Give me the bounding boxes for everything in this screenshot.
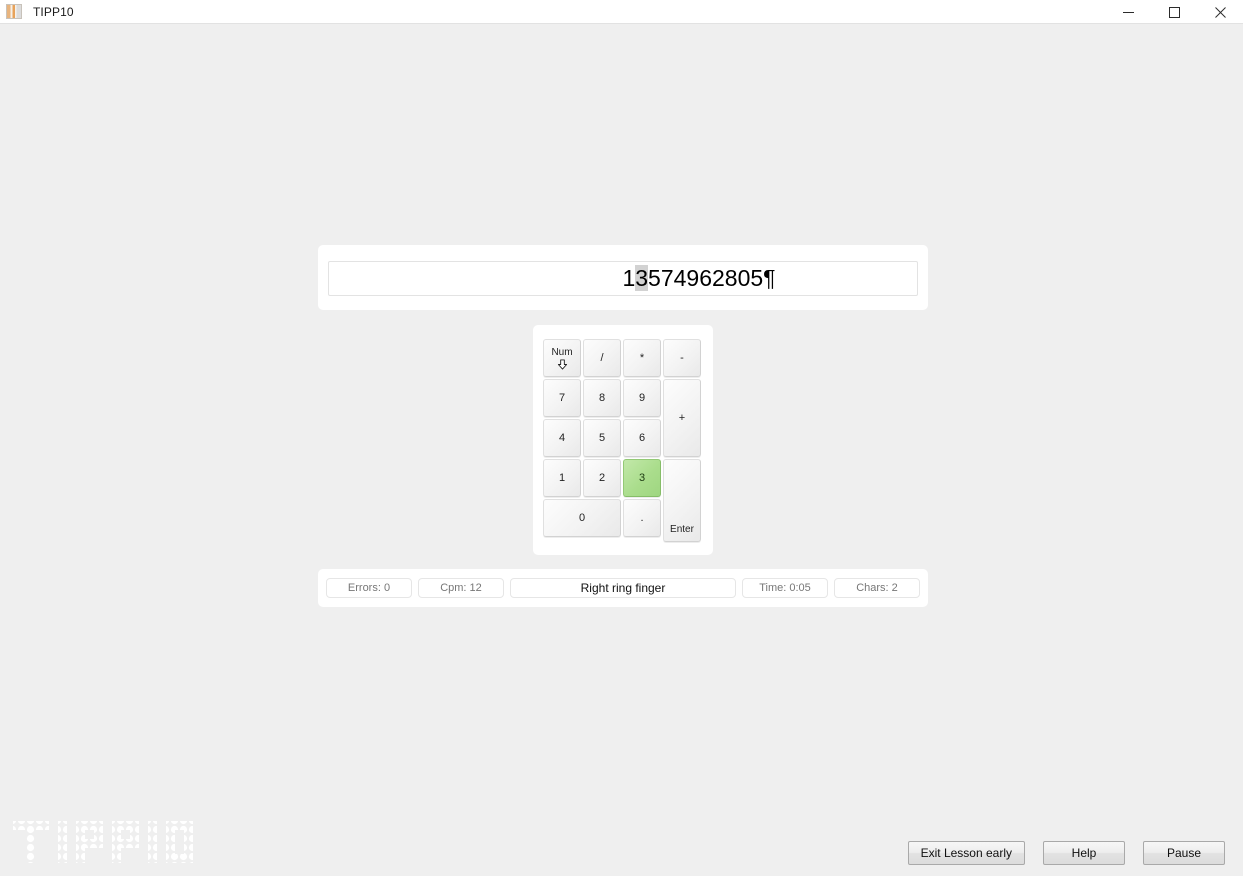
tipp10-watermark-logo [13, 821, 193, 863]
numpad-0-key-label: 0 [578, 511, 586, 524]
numpad-2-key[interactable]: 2 [583, 459, 621, 497]
numpad-9-key-label: 9 [638, 391, 646, 404]
lesson-pending-text: 574962805 [648, 265, 764, 291]
numpad-4-key[interactable]: 4 [543, 419, 581, 457]
lesson-text-input[interactable]: 13574962805¶ [328, 261, 918, 296]
lesson-stage: 13574962805¶ Num / * - 7 8 9 + 4 5 6 1 2… [0, 24, 1243, 876]
maximize-icon[interactable] [1151, 0, 1197, 24]
numpad-7-key[interactable]: 7 [543, 379, 581, 417]
lesson-text-content: 13574962805¶ [622, 265, 776, 291]
numpad-3-key[interactable]: 3 [623, 459, 661, 497]
numpad-8-key[interactable]: 8 [583, 379, 621, 417]
exit-lesson-early-button[interactable]: Exit Lesson early [907, 841, 1025, 865]
divide-key[interactable]: / [583, 339, 621, 377]
decimal-key[interactable]: . [623, 499, 661, 537]
status-errors: Errors: 0 [326, 578, 412, 598]
enter-key[interactable]: Enter [663, 459, 701, 542]
numpad-0-key[interactable]: 0 [543, 499, 621, 537]
window-controls [1105, 0, 1243, 24]
multiply-key[interactable]: * [623, 339, 661, 377]
decimal-key-label: . [640, 511, 644, 524]
numpad-8-key-label: 8 [598, 391, 606, 404]
numpad-6-key[interactable]: 6 [623, 419, 661, 457]
status-chars: Chars: 2 [834, 578, 920, 598]
numpad-2-key-label: 2 [598, 471, 606, 484]
numlock-key[interactable]: Num [543, 339, 581, 377]
bottom-button-bar: Exit Lesson early Help Pause [907, 841, 1225, 865]
app-document-icon [6, 4, 22, 19]
plus-key-label: + [678, 411, 686, 424]
numpad: Num / * - 7 8 9 + 4 5 6 1 2 3 Enter 0 . [543, 339, 703, 542]
numpad-6-key-label: 6 [638, 431, 646, 444]
numpad-1-key-label: 1 [558, 471, 566, 484]
close-icon[interactable] [1197, 0, 1243, 24]
status-finger: Right ring finger [510, 578, 736, 598]
window-titlebar: TIPP10 [0, 0, 1243, 24]
numpad-1-key[interactable]: 1 [543, 459, 581, 497]
status-cpm: Cpm: 12 [418, 578, 504, 598]
minus-key-label: - [680, 351, 684, 364]
numpad-5-key[interactable]: 5 [583, 419, 621, 457]
numpad-9-key[interactable]: 9 [623, 379, 661, 417]
divide-key-label: / [600, 351, 604, 364]
numpad-4-key-label: 4 [558, 431, 566, 444]
paragraph-mark-icon: ¶ [763, 265, 776, 291]
numpad-5-key-label: 5 [598, 431, 606, 444]
numlock-key-label: Num [551, 347, 573, 358]
enter-key-label: Enter [670, 524, 694, 535]
window-title: TIPP10 [33, 4, 74, 19]
status-time: Time: 0:05 [742, 578, 828, 598]
help-button[interactable]: Help [1043, 841, 1125, 865]
numpad-3-key-label: 3 [638, 471, 646, 484]
numpad-7-key-label: 7 [558, 391, 566, 404]
pause-button[interactable]: Pause [1143, 841, 1225, 865]
minimize-icon[interactable] [1105, 0, 1151, 24]
lesson-current-char: 3 [635, 265, 649, 291]
down-arrow-icon [557, 359, 567, 370]
lesson-text-panel: 13574962805¶ [318, 245, 928, 310]
plus-key[interactable]: + [663, 379, 701, 457]
minus-key[interactable]: - [663, 339, 701, 377]
multiply-key-label: * [639, 351, 645, 364]
status-bar: Errors: 0 Cpm: 12 Right ring finger Time… [318, 569, 928, 607]
lesson-typed-text: 1 [622, 265, 636, 291]
numpad-panel: Num / * - 7 8 9 + 4 5 6 1 2 3 Enter 0 . [533, 325, 713, 555]
